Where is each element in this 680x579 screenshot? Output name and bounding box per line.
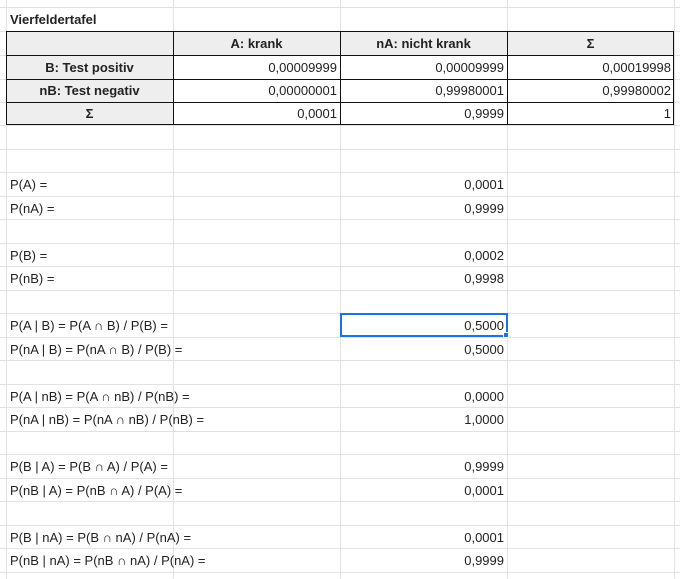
table-header-cell[interactable]: A: krank (173, 32, 340, 55)
probability-label[interactable]: P(nA) = (6, 197, 340, 220)
table-header-cell[interactable]: nA: nicht krank (340, 32, 507, 55)
probability-value[interactable]: 0,9998 (340, 267, 507, 290)
row-gridline (0, 431, 680, 432)
table-cell[interactable]: 0,99980002 (507, 79, 674, 102)
probability-value[interactable]: 0,9999 (340, 197, 507, 220)
row-gridline (0, 149, 680, 150)
row-gridline (0, 125, 680, 126)
table-cell[interactable]: 0,99980001 (340, 79, 507, 102)
row-gridline (0, 290, 680, 291)
table-cell[interactable]: 0,0001 (173, 102, 340, 125)
table-border (507, 31, 508, 125)
table-row-label[interactable]: B: Test positiv (6, 56, 173, 79)
sheet-title[interactable]: Vierfeldertafel (6, 8, 173, 31)
spreadsheet-grid[interactable]: Vierfeldertafel A: krank nA: nicht krank… (0, 0, 680, 579)
table-border (340, 31, 341, 125)
probability-label[interactable]: P(nB | nA) = P(nB ∩ nA) / P(nA) = (6, 549, 340, 572)
table-header-cell-empty[interactable] (6, 32, 173, 55)
table-cell[interactable]: 0,00019998 (507, 56, 674, 79)
probability-value[interactable]: 1,0000 (340, 408, 507, 431)
probability-label[interactable]: P(A) = (6, 173, 340, 196)
table-cell[interactable]: 0,00009999 (173, 56, 340, 79)
cell-selection-outline (340, 313, 508, 337)
probability-value[interactable]: 0,5000 (340, 338, 507, 361)
probability-value[interactable]: 0,0001 (340, 526, 507, 549)
probability-label[interactable]: P(nB) = (6, 267, 340, 290)
table-cell[interactable]: 0,00009999 (340, 56, 507, 79)
probability-value[interactable]: 0,0002 (340, 244, 507, 267)
table-row-label[interactable]: nB: Test negativ (6, 79, 173, 102)
fill-handle[interactable] (503, 332, 509, 338)
probability-value[interactable]: 0,9999 (340, 549, 507, 572)
probability-label[interactable]: P(B | nA) = P(B ∩ nA) / P(nA) = (6, 526, 340, 549)
row-gridline (0, 572, 680, 573)
probability-value[interactable]: 0,0000 (340, 385, 507, 408)
probability-label[interactable]: P(nB | A) = P(nB ∩ A) / P(A) = (6, 479, 340, 502)
probability-label[interactable]: P(A | B) = P(A ∩ B) / P(B) = (6, 314, 340, 337)
table-cell[interactable]: 1 (507, 102, 674, 125)
probability-label[interactable]: P(B | A) = P(B ∩ A) / P(A) = (6, 455, 340, 478)
probability-label[interactable]: P(B) = (6, 244, 340, 267)
probability-value[interactable]: 0,0001 (340, 479, 507, 502)
table-cell[interactable]: 0,00000001 (173, 79, 340, 102)
probability-label[interactable]: P(nA | B) = P(nA ∩ B) / P(B) = (6, 338, 340, 361)
table-border (173, 31, 174, 125)
table-header-cell[interactable]: Σ (507, 32, 674, 55)
probability-label[interactable]: P(nA | nB) = P(nA ∩ nB) / P(nB) = (6, 408, 340, 431)
probability-value[interactable]: 0,9999 (340, 455, 507, 478)
probability-label[interactable]: P(A | nB) = P(A ∩ nB) / P(nB) = (6, 385, 340, 408)
probability-value[interactable]: 0,0001 (340, 173, 507, 196)
table-row-label[interactable]: Σ (6, 102, 173, 125)
table-cell[interactable]: 0,9999 (340, 102, 507, 125)
